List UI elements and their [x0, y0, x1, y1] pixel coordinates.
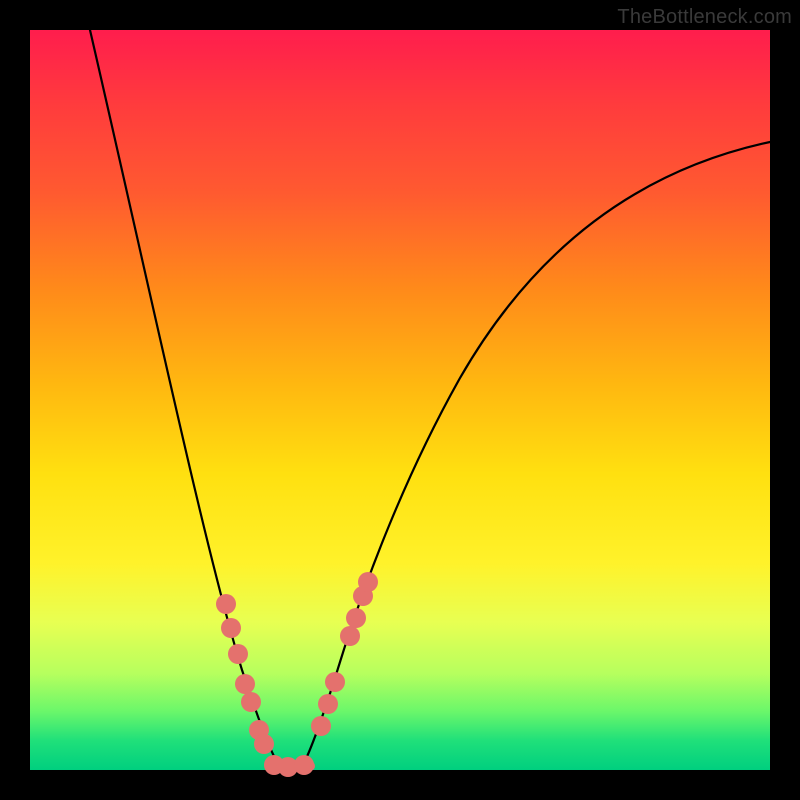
series-left-curve	[90, 30, 280, 767]
marker-point-2	[228, 644, 248, 664]
series-right-curve	[302, 142, 770, 767]
marker-group	[216, 572, 378, 777]
marker-point-13	[340, 626, 360, 646]
marker-point-14	[346, 608, 366, 628]
series-group	[90, 30, 770, 767]
marker-point-11	[318, 694, 338, 714]
marker-point-1	[221, 618, 241, 638]
marker-point-3	[235, 674, 255, 694]
marker-point-6	[254, 734, 274, 754]
marker-point-0	[216, 594, 236, 614]
chart-stage: TheBottleneck.com	[0, 0, 800, 800]
plot-area	[30, 30, 770, 770]
marker-point-12	[325, 672, 345, 692]
watermark-text: TheBottleneck.com	[617, 6, 792, 29]
marker-point-10	[311, 716, 331, 736]
curve-layer	[30, 30, 770, 770]
marker-point-4	[241, 692, 261, 712]
marker-point-9	[294, 755, 314, 775]
marker-point-16	[358, 572, 378, 592]
